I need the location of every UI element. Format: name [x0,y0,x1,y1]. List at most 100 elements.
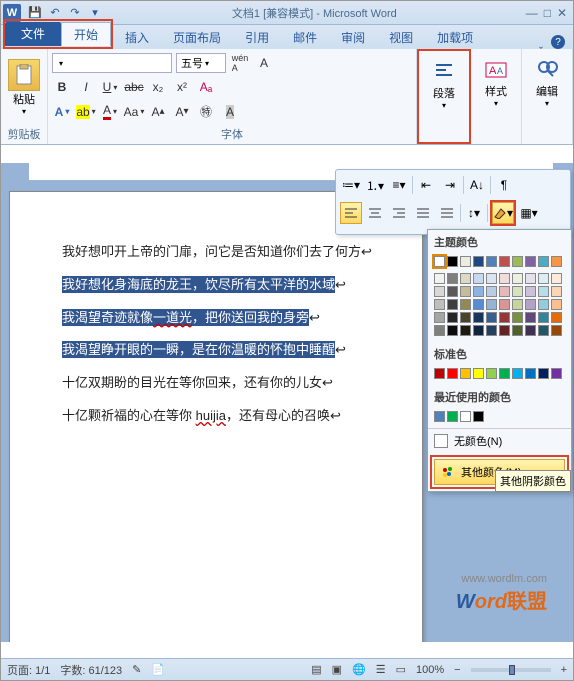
color-swatch[interactable] [473,312,484,323]
color-swatch[interactable] [460,273,471,284]
minimize-button[interactable]: — [526,6,538,20]
underline-button[interactable]: U [100,77,120,97]
color-swatch[interactable] [460,325,471,336]
color-swatch[interactable] [434,312,445,323]
color-swatch[interactable] [538,273,549,284]
color-swatch[interactable] [525,368,536,379]
color-swatch[interactable] [551,312,562,323]
align-justify-button[interactable] [412,202,434,224]
color-swatch[interactable] [434,411,445,422]
color-swatch[interactable] [473,411,484,422]
color-swatch[interactable] [447,368,458,379]
borders-button[interactable]: ▦▾ [518,202,540,224]
color-swatch[interactable] [434,273,445,284]
grow-font-button[interactable]: A▴ [148,102,168,122]
color-swatch[interactable] [499,256,510,267]
zoom-thumb[interactable] [509,665,515,675]
color-swatch[interactable] [434,368,445,379]
align-distribute-button[interactable] [436,202,458,224]
char-border-button[interactable]: A [254,53,274,73]
shading-button[interactable]: ▾ [492,202,514,224]
bold-button[interactable]: B [52,77,72,97]
color-swatch[interactable] [460,368,471,379]
color-swatch[interactable] [486,312,497,323]
color-swatch[interactable] [499,312,510,323]
color-swatch[interactable] [473,325,484,336]
zoom-value[interactable]: 100% [416,664,444,676]
paste-drop-icon[interactable]: ▾ [22,107,26,116]
color-swatch[interactable] [499,286,510,297]
italic-button[interactable]: I [76,77,96,97]
numbering-button[interactable]: ⒈▾ [364,174,386,196]
color-swatch[interactable] [447,256,458,267]
ribbon-minimize-button[interactable]: ˬ [539,35,543,49]
status-overtype-icon[interactable]: 📄 [151,663,165,676]
bullets-button[interactable]: ≔▾ [340,174,362,196]
color-swatch[interactable] [434,286,445,297]
color-swatch[interactable] [538,368,549,379]
status-words[interactable]: 字数: 61/123 [60,662,122,678]
color-swatch[interactable] [525,299,536,310]
color-swatch[interactable] [551,286,562,297]
color-swatch[interactable] [512,273,523,284]
color-swatch[interactable] [460,312,471,323]
color-swatch[interactable] [499,368,510,379]
view-web-button[interactable]: 🌐 [352,663,366,676]
color-swatch[interactable] [499,325,510,336]
align-center-button[interactable] [364,202,386,224]
view-print-layout-button[interactable]: ▤ [311,663,321,676]
tab-mailings[interactable]: 邮件 [281,26,329,49]
color-swatch[interactable] [525,286,536,297]
color-swatch[interactable] [473,256,484,267]
font-size-combo[interactable]: 五号 [176,53,226,73]
strike-button[interactable]: abc [124,77,144,97]
color-swatch[interactable] [473,273,484,284]
paragraph-button[interactable]: 段落 ▾ [423,53,465,114]
color-swatch[interactable] [434,256,445,267]
color-swatch[interactable] [551,299,562,310]
color-swatch[interactable] [434,325,445,336]
tab-review[interactable]: 审阅 [329,26,377,49]
zoom-slider[interactable] [471,668,551,672]
styles-button[interactable]: AA 样式 ▾ [475,51,517,112]
tab-insert[interactable]: 插入 [113,26,161,49]
color-swatch[interactable] [512,256,523,267]
color-swatch[interactable] [460,256,471,267]
help-button[interactable]: ? [551,35,565,49]
color-swatch[interactable] [551,368,562,379]
color-swatch[interactable] [473,299,484,310]
color-swatch[interactable] [486,256,497,267]
document-page[interactable]: 我好想叩开上帝的门扉，问它是否知道你们去了何方↩ 我好想化身海底的龙王，饮尽所有… [9,191,423,642]
color-swatch[interactable] [525,256,536,267]
zoom-in-button[interactable]: + [561,664,567,676]
color-swatch[interactable] [447,273,458,284]
show-marks-button[interactable]: ¶ [493,174,515,196]
color-swatch[interactable] [512,286,523,297]
color-swatch[interactable] [486,325,497,336]
line-spacing-button[interactable]: ↕▾ [463,202,485,224]
highlight-button[interactable]: ab [76,102,96,122]
superscript-button[interactable]: x² [172,77,192,97]
editing-button[interactable]: 编辑 ▾ [526,51,568,112]
color-swatch[interactable] [512,312,523,323]
tab-home[interactable]: 开始 [61,22,111,46]
subscript-button[interactable]: x₂ [148,77,168,97]
color-swatch[interactable] [512,325,523,336]
color-swatch[interactable] [551,325,562,336]
color-swatch[interactable] [447,411,458,422]
color-swatch[interactable] [512,299,523,310]
status-proofing-icon[interactable]: ✎ [132,663,141,676]
color-swatch[interactable] [525,273,536,284]
tab-addins[interactable]: 加载项 [425,26,485,49]
color-swatch[interactable] [473,368,484,379]
font-color-button[interactable]: A [100,102,120,122]
color-swatch[interactable] [538,286,549,297]
no-color-item[interactable]: 无颜色(N) [428,428,571,453]
color-swatch[interactable] [538,325,549,336]
sort-button[interactable]: A↓ [466,174,488,196]
align-left-button[interactable] [340,202,362,224]
phonetic-guide-button[interactable]: wénA [230,53,250,73]
color-swatch[interactable] [538,299,549,310]
color-swatch[interactable] [447,312,458,323]
color-swatch[interactable] [447,325,458,336]
